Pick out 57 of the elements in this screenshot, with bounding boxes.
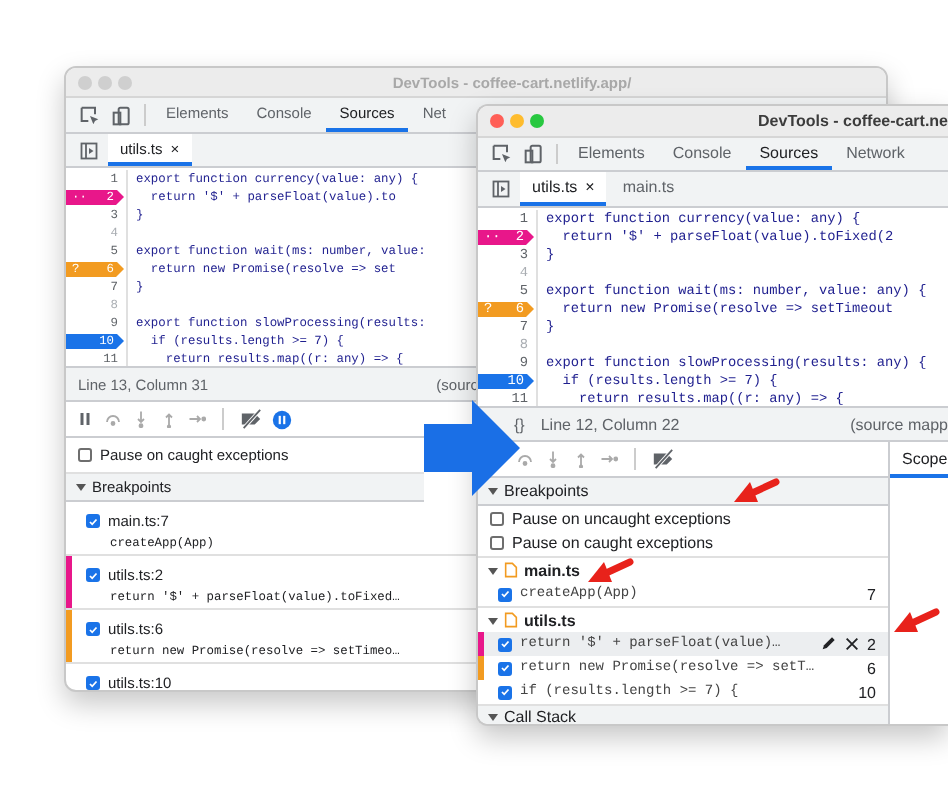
deactivate-breakpoints-icon[interactable] (652, 448, 674, 470)
sidebar-tab[interactable]: Scope (890, 442, 948, 478)
breakpoint-line-number: 10 (858, 683, 876, 701)
step-icon[interactable] (600, 450, 618, 468)
breakpoints-section-header[interactable]: Breakpoints (478, 478, 888, 506)
breakpoint-file-header[interactable]: main.ts (478, 556, 888, 582)
step-into-icon[interactable] (544, 450, 562, 468)
checkbox[interactable] (498, 661, 512, 675)
step-out-icon[interactable] (572, 450, 590, 468)
checkbox[interactable] (490, 536, 504, 551)
checkbox[interactable] (498, 587, 512, 601)
step-over-icon[interactable] (104, 410, 122, 428)
step-out-icon[interactable] (160, 410, 178, 428)
expand-triangle-icon[interactable] (488, 711, 498, 721)
source-map-label: (source mapp (850, 415, 948, 433)
close-window-icon[interactable] (490, 114, 504, 128)
breakpoint-file-header[interactable]: utils.ts (478, 606, 888, 632)
cursor-position: Line 12, Column 22 (540, 415, 680, 433)
window-title: DevTools - coffee-cart.ne (756, 112, 948, 130)
checkbox[interactable] (86, 514, 100, 528)
deactivate-breakpoints-icon[interactable] (240, 408, 262, 430)
callout-arrow (894, 608, 940, 632)
step-icon[interactable] (188, 410, 206, 428)
pause-option[interactable]: Pause on caught exceptions (478, 531, 888, 556)
call-stack-section-header[interactable]: Call Stack (478, 704, 888, 724)
pause-icon[interactable] (76, 410, 94, 428)
checkbox[interactable] (78, 448, 92, 462)
checkbox[interactable] (86, 568, 100, 582)
expand-triangle-icon[interactable] (488, 565, 498, 575)
file-tab[interactable]: utils.ts × (520, 172, 607, 206)
checkbox[interactable] (86, 622, 100, 636)
edit-icon[interactable] (819, 636, 836, 652)
step-into-icon[interactable] (132, 410, 150, 428)
panel-tab[interactable]: Elements (564, 138, 659, 170)
panel-tab[interactable]: Console (658, 138, 746, 170)
pause-option[interactable]: Pause on uncaught exceptions (478, 506, 888, 531)
pretty-print-button[interactable]: {} (514, 415, 525, 433)
checkbox[interactable] (490, 511, 504, 526)
checkbox[interactable] (498, 637, 512, 651)
checkbox[interactable] (498, 685, 512, 699)
file-icon (504, 562, 518, 578)
file-tab[interactable]: main.ts (610, 172, 687, 206)
step-over-icon[interactable] (516, 450, 534, 468)
callout-arrow (588, 558, 634, 582)
close-tab-icon[interactable]: × (585, 178, 595, 196)
expand-triangle-icon[interactable] (488, 486, 498, 496)
file-icon (504, 612, 518, 628)
breakpoint-line-number: 2 (867, 635, 876, 653)
checkbox[interactable] (86, 676, 100, 690)
pause-on-exceptions-icon[interactable] (272, 409, 292, 429)
expand-triangle-icon[interactable] (76, 482, 86, 492)
expand-triangle-icon[interactable] (488, 615, 498, 625)
remove-icon[interactable] (843, 636, 860, 652)
breakpoint-line-number: 6 (867, 659, 876, 677)
breakpoint-line-number: 7 (867, 585, 876, 603)
callout-arrow (734, 478, 780, 502)
panel-tab[interactable]: Network (832, 138, 919, 170)
